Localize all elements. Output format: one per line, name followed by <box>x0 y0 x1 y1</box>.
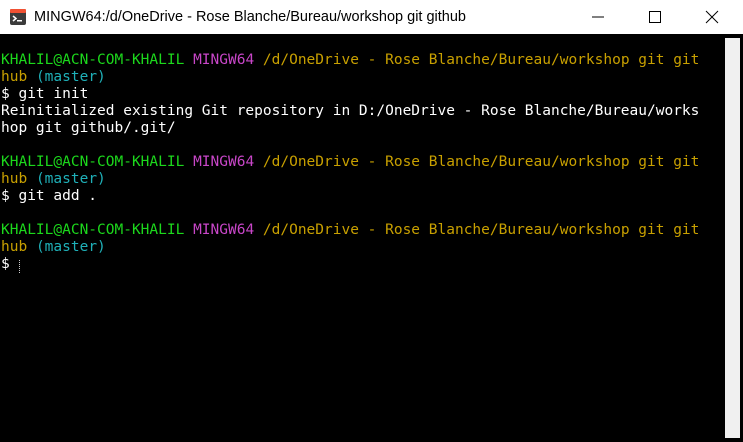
text-cursor <box>19 260 21 273</box>
prompt-path-cont: hub <box>1 239 28 255</box>
command-line: $ git add . <box>1 188 98 204</box>
prompt-system: MINGW64 <box>193 154 255 170</box>
prompt-user: KHALIL@ACN-COM-KHALIL <box>1 222 185 238</box>
prompt-system: MINGW64 <box>193 52 255 68</box>
prompt-line: KHALIL@ACN-COM-KHALIL MINGW64 /d/OneDriv… <box>1 222 699 239</box>
output-line: Reinitialized existing Git repository in… <box>1 103 700 119</box>
prompt-system: MINGW64 <box>193 222 255 238</box>
scrollbar-thumb[interactable] <box>725 38 740 438</box>
prompt-line-cont: hub (master) <box>1 171 106 188</box>
prompt-line-cont: hub (master) <box>1 239 106 256</box>
git-bash-icon <box>9 8 27 26</box>
input-line[interactable]: $ <box>1 256 21 273</box>
prompt-user: KHALIL@ACN-COM-KHALIL <box>1 154 185 170</box>
terminal-output[interactable]: KHALIL@ACN-COM-KHALIL MINGW64 /d/OneDriv… <box>0 34 722 442</box>
prompt-path: /d/OneDrive - Rose Blanche/Bureau/worksh… <box>262 222 700 238</box>
prompt-branch: (master) <box>35 239 106 255</box>
prompt-line: KHALIL@ACN-COM-KHALIL MINGW64 /d/OneDriv… <box>1 52 699 69</box>
close-button[interactable] <box>689 0 735 34</box>
prompt-path-cont: hub <box>1 171 28 187</box>
prompt-path: /d/OneDrive - Rose Blanche/Bureau/worksh… <box>262 154 700 170</box>
prompt-path-cont: hub <box>1 69 28 85</box>
prompt-path: /d/OneDrive - Rose Blanche/Bureau/worksh… <box>262 52 700 68</box>
prompt-branch: (master) <box>35 171 106 187</box>
title-bar[interactable]: MINGW64:/d/OneDrive - Rose Blanche/Burea… <box>0 0 743 34</box>
prompt-line-cont: hub (master) <box>1 69 106 86</box>
prompt-branch: (master) <box>35 69 106 85</box>
output-line: hop git github/.git/ <box>1 120 176 136</box>
command-line: $ git init <box>1 86 89 102</box>
vertical-scrollbar[interactable] <box>722 34 743 442</box>
minimize-button[interactable] <box>575 0 621 34</box>
command-prompt: $ <box>1 256 19 272</box>
maximize-button[interactable] <box>632 0 678 34</box>
window-title: MINGW64:/d/OneDrive - Rose Blanche/Burea… <box>34 9 466 25</box>
prompt-user: KHALIL@ACN-COM-KHALIL <box>1 52 185 68</box>
prompt-line: KHALIL@ACN-COM-KHALIL MINGW64 /d/OneDriv… <box>1 154 699 171</box>
